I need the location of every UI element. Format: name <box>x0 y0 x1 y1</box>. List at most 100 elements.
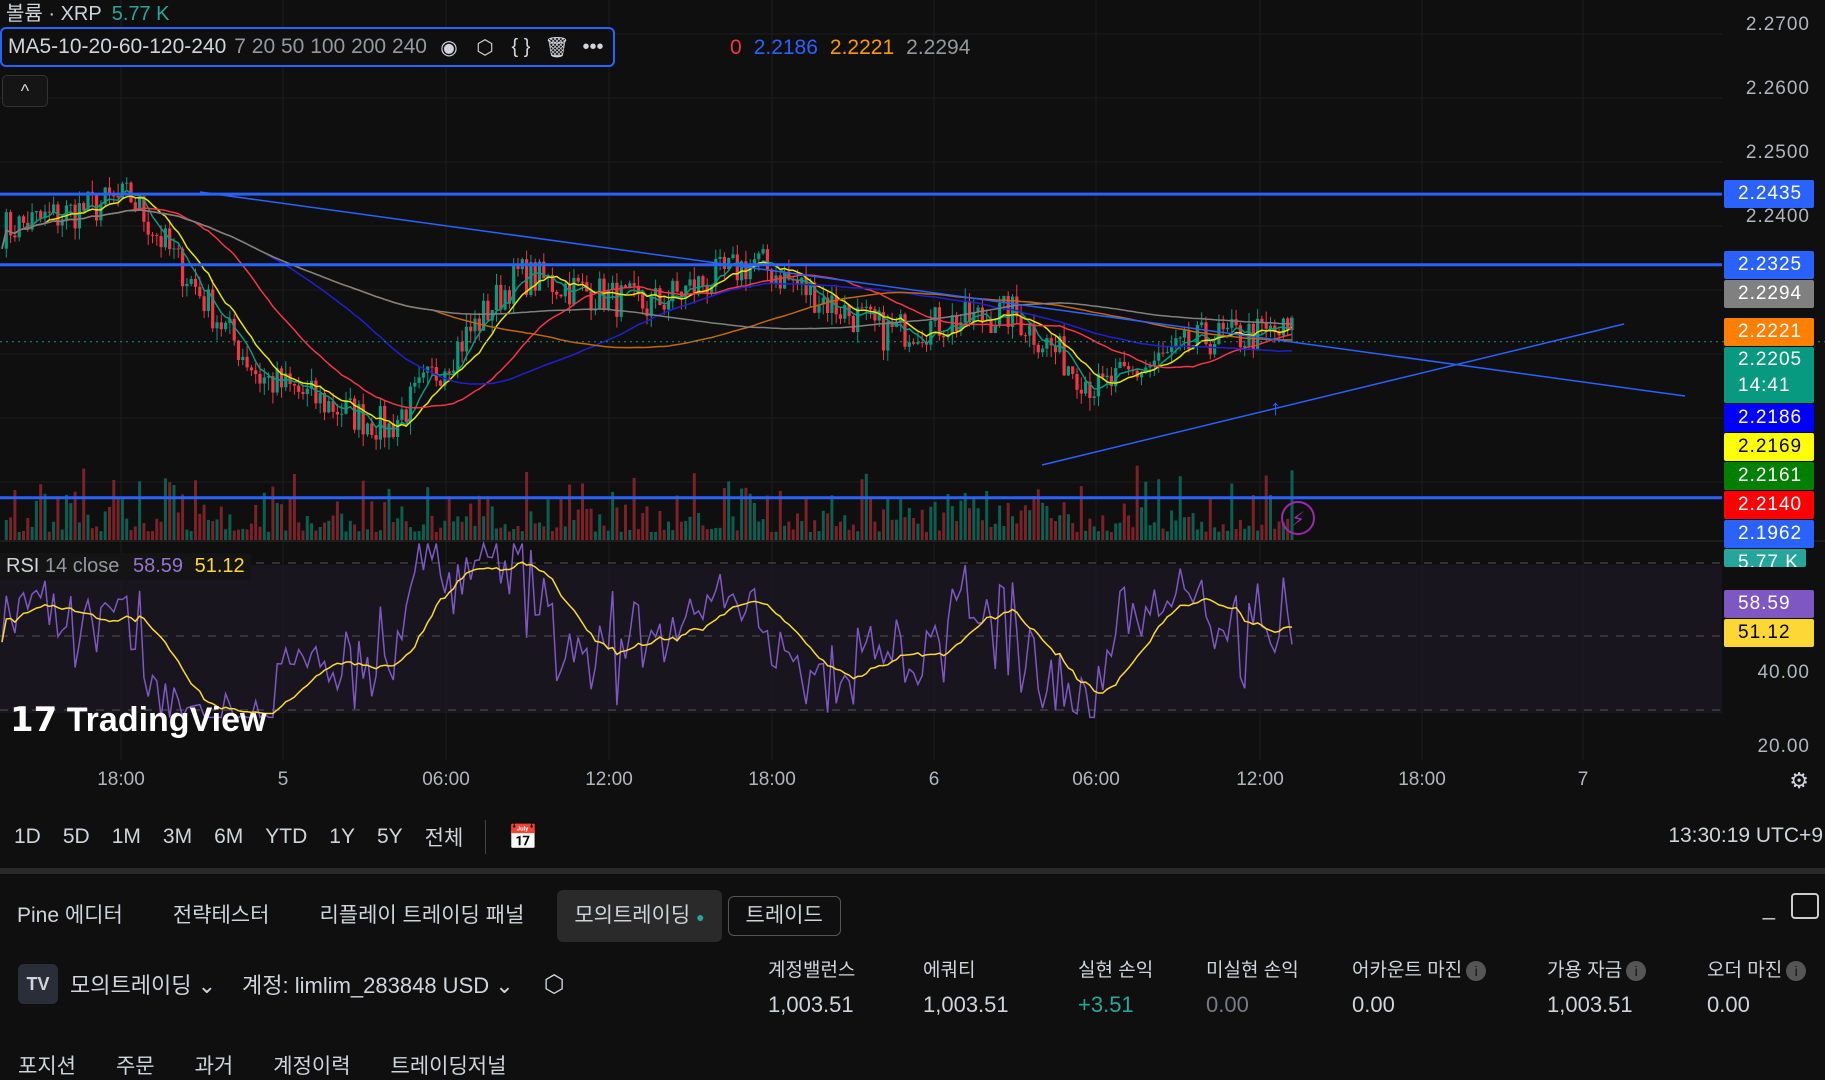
range-3m[interactable]: 3M <box>163 825 192 849</box>
volume-bar <box>800 521 804 540</box>
volume-bar <box>955 520 959 540</box>
volume-bar <box>404 521 408 540</box>
gear-icon[interactable]: ⬡ <box>471 35 499 60</box>
broker-select[interactable]: 모의트레이딩 ⌄ <box>70 968 216 1000</box>
candle-body <box>907 342 911 347</box>
candle-body <box>365 423 370 435</box>
volume-bar <box>718 527 722 540</box>
volume-bar <box>1178 476 1182 540</box>
tab-pine-editor[interactable]: Pine 에디터 <box>0 890 140 942</box>
stat-label-text: 계정밸런스 <box>768 960 856 981</box>
candle-body <box>697 276 701 294</box>
volume-bar <box>589 508 593 540</box>
time-axis-label: 18:00 <box>1398 769 1446 790</box>
minimize-icon[interactable]: _ <box>1763 895 1775 921</box>
price-chart[interactable]: ↓ ↑ ⚡ <box>0 0 1825 800</box>
tab-label: 모의트레이딩 <box>574 904 691 927</box>
volume-bar <box>267 531 271 540</box>
settings-icon[interactable]: ⬡ <box>544 970 565 999</box>
chart-settings-icon[interactable]: ⚙ <box>1789 768 1809 794</box>
candle-body <box>1092 396 1096 398</box>
volume-bar <box>163 478 167 540</box>
volume-bar <box>624 504 627 540</box>
volume-bar <box>1251 495 1255 540</box>
ma-indicator-legend[interactable]: MA5-10-20-60-120-240 7 20 50 100 200 240… <box>0 27 615 67</box>
volume-bar <box>942 512 946 540</box>
volume-bar <box>297 522 301 540</box>
tab-orders[interactable]: 주문 <box>116 1050 155 1080</box>
volume-bar <box>409 527 412 540</box>
collapse-legend-button[interactable]: ^ <box>2 75 48 107</box>
volume-bar <box>391 522 395 540</box>
tab-strategy-tester[interactable]: 전략테스터 <box>156 890 287 942</box>
account-stat: 어카운트 마진 i 0.00 <box>1352 955 1487 1018</box>
candle-body <box>297 385 301 392</box>
trend-line <box>199 191 1686 397</box>
volume-bar <box>99 531 103 540</box>
candle-body <box>1152 360 1156 366</box>
range-6m[interactable]: 6M <box>214 825 243 849</box>
calendar-goto-icon[interactable]: 📅 <box>508 823 538 852</box>
range-1m[interactable]: 1M <box>112 825 141 849</box>
candle-body <box>219 322 223 330</box>
volume-bar <box>645 506 649 540</box>
bar-countdown: 14:41 <box>1738 374 1791 396</box>
info-icon[interactable]: i <box>1786 961 1807 981</box>
watermark-text: TradingView <box>66 701 267 739</box>
volume-bar <box>34 500 38 540</box>
more-icon[interactable]: ••• <box>579 36 607 59</box>
tab-account-history[interactable]: 계정이력 <box>273 1050 350 1080</box>
ma-value: 2.2294 <box>906 36 971 59</box>
candle-body <box>568 283 572 305</box>
tab-trade[interactable]: 트레이드 <box>727 896 841 936</box>
rsi-legend[interactable]: RSI 14 close 58.59 51.12 <box>0 553 251 580</box>
range-1d[interactable]: 1D <box>14 825 41 849</box>
info-icon[interactable]: i <box>1466 961 1487 981</box>
clock[interactable]: 13:30:19 UTC+9 <box>1668 824 1823 848</box>
candle-body <box>1127 366 1131 370</box>
candle-body <box>1075 373 1079 390</box>
account-select[interactable]: 계정: limlim_283848 USD ⌄ <box>242 968 514 1000</box>
volume-bar <box>765 495 769 540</box>
candle-body <box>1221 322 1225 330</box>
trash-icon[interactable]: 🗑 <box>543 35 571 60</box>
eye-icon[interactable]: ◉ <box>435 35 463 60</box>
volume-bar <box>598 514 602 540</box>
volume-bar <box>937 530 941 540</box>
volume-bar <box>606 530 610 540</box>
candle-body <box>873 309 877 321</box>
range-1y[interactable]: 1Y <box>329 825 355 849</box>
tab-replay-panel[interactable]: 리플레이 트레이딩 패널 <box>302 890 541 942</box>
candle-body <box>172 248 176 250</box>
price-tag-value: 2.2221 <box>1738 320 1803 342</box>
volume-bar <box>159 521 163 540</box>
range-5y[interactable]: 5Y <box>377 825 403 849</box>
panel-divider[interactable] <box>0 868 1825 874</box>
volume-bar <box>1109 531 1113 540</box>
range-all[interactable]: 전체 <box>425 822 464 852</box>
volume-bar <box>146 531 150 540</box>
volume-bar <box>963 492 967 540</box>
stat-label: 계정밸런스 <box>768 955 855 982</box>
price-tag: 2.2161 <box>1724 461 1814 490</box>
candle-body <box>198 286 202 297</box>
maximize-icon[interactable] <box>1791 893 1819 919</box>
tab-positions[interactable]: 포지션 <box>18 1050 76 1080</box>
volume-bar <box>469 503 473 540</box>
time-axis-label: 18:00 <box>97 769 145 790</box>
info-icon[interactable]: i <box>1626 961 1647 981</box>
range-ytd[interactable]: YTD <box>265 825 307 849</box>
price-tag: 2.2294 <box>1724 279 1814 308</box>
tab-trading-journal[interactable]: 트레이딩저널 <box>391 1050 507 1080</box>
tab-paper-trading[interactable]: 모의트레이딩 ● <box>557 890 722 942</box>
source-code-icon[interactable]: { } <box>507 36 535 59</box>
volume-bar <box>1247 525 1251 540</box>
volume-bar <box>1277 521 1281 540</box>
price-tag-value: 2.2140 <box>1738 493 1803 515</box>
volume-bar <box>783 525 787 540</box>
volume-bar <box>357 531 361 540</box>
tab-history[interactable]: 과거 <box>195 1050 234 1080</box>
candle-body <box>232 318 236 341</box>
range-5d[interactable]: 5D <box>63 825 90 849</box>
candle-body <box>752 259 757 264</box>
